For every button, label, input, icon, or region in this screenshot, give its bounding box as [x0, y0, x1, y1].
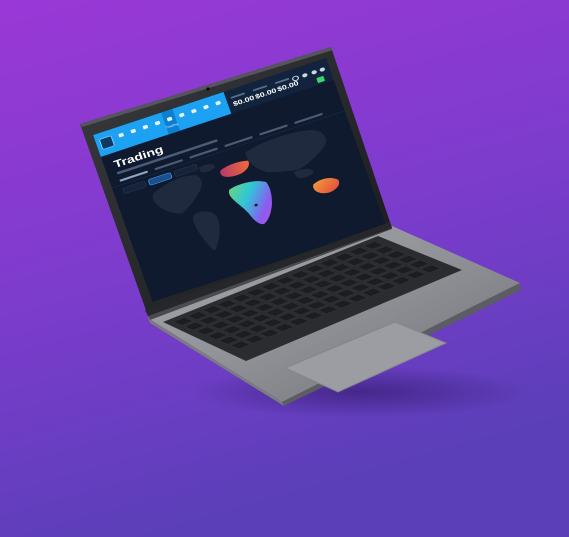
laptop-scene: Trading $0.00$0.00$0.00 Trading [80, 47, 530, 418]
webcam-icon [206, 87, 210, 91]
